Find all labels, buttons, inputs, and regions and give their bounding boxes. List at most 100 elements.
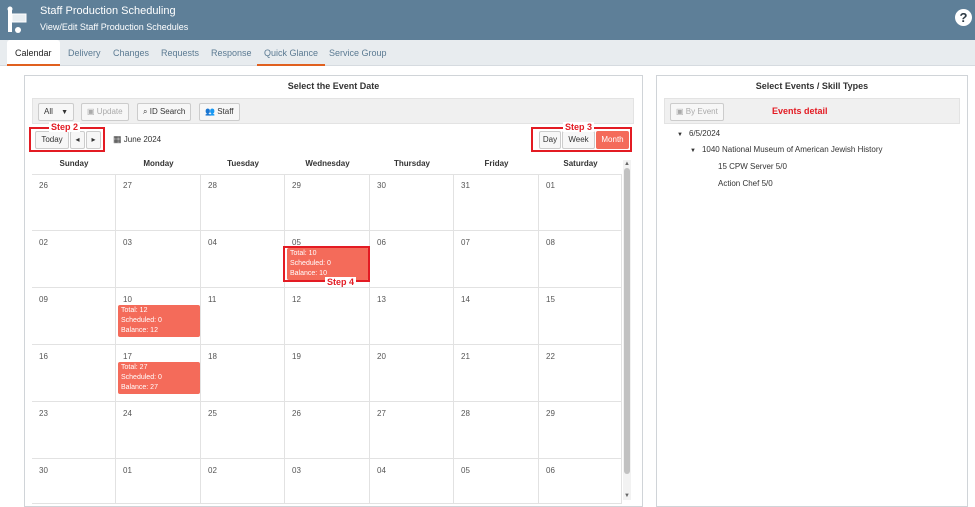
day-number: 04 xyxy=(377,466,386,475)
calendar-day-cell[interactable]: 21 xyxy=(454,345,539,402)
calendar-day-cell[interactable]: 27 xyxy=(370,402,454,459)
event-summary-line: Total: 12 xyxy=(121,307,148,314)
staff-label: Staff xyxy=(217,107,234,116)
calendar-day-cell[interactable]: 13 xyxy=(370,288,454,345)
day-number: 09 xyxy=(39,295,48,304)
day-number: 05 xyxy=(461,466,470,475)
scrollbar-thumb[interactable] xyxy=(624,168,630,474)
update-button[interactable]: ▣ Update xyxy=(81,103,129,121)
calendar-day-cell[interactable]: 03 xyxy=(285,459,370,504)
calendar-day-cell[interactable]: 30 xyxy=(370,174,454,231)
day-number: 31 xyxy=(461,181,470,190)
app-title: Staff Production Scheduling xyxy=(40,5,176,17)
tab-delivery[interactable]: Delivery xyxy=(68,40,101,66)
event-summary-line: Balance: 12 xyxy=(121,327,158,334)
tree-venue-node[interactable]: ▼ 1040 National Museum of American Jewish… xyxy=(690,145,882,154)
day-number: 15 xyxy=(546,295,555,304)
search-icon: ⌕ xyxy=(143,107,148,116)
calendar-day-cell[interactable]: 30 xyxy=(32,459,116,504)
day-number: 26 xyxy=(292,409,301,418)
calendar-day-cell[interactable]: 12 xyxy=(285,288,370,345)
calendar-day-cell[interactable]: 05 xyxy=(454,459,539,504)
day-number: 11 xyxy=(208,295,217,304)
event-summary-jun10[interactable]: Total: 12 Scheduled: 0 Balance: 12 xyxy=(118,305,200,337)
calendar-day-cell[interactable]: 01 xyxy=(116,459,201,504)
day-number: 14 xyxy=(461,295,470,304)
help-icon[interactable]: ? xyxy=(955,9,972,26)
tree-date-node[interactable]: ▼ 6/5/2024 xyxy=(677,129,720,138)
calendar-day-cell[interactable]: 22 xyxy=(539,345,622,402)
day-number: 24 xyxy=(123,409,132,418)
calendar-day-cell[interactable]: 20 xyxy=(370,345,454,402)
tab-bar: Calendar Delivery Changes Requests Respo… xyxy=(0,40,975,66)
calendar-day-cell[interactable]: 28 xyxy=(454,402,539,459)
chevron-down-icon: ▼ xyxy=(61,109,69,116)
day-number: 01 xyxy=(546,181,555,190)
scroll-up-icon[interactable]: ▲ xyxy=(623,160,631,168)
calendar-day-cell[interactable]: 19 xyxy=(285,345,370,402)
calendar-day-cell[interactable]: 16 xyxy=(32,345,116,402)
calendar-icon: ▣ xyxy=(676,107,684,116)
id-search-button[interactable]: ⌕ ID Search xyxy=(137,103,192,121)
tree-date-label: 6/5/2024 xyxy=(688,129,721,138)
filter-select[interactable]: All ▼ xyxy=(38,103,75,121)
weekday-header: Friday xyxy=(484,159,509,168)
event-summary-line: Scheduled: 0 xyxy=(121,317,162,324)
event-summary-line: Scheduled: 0 xyxy=(121,374,162,381)
calendar-day-cell[interactable]: 06 xyxy=(539,459,622,504)
calendar-day-cell[interactable]: 03 xyxy=(116,231,201,288)
day-number: 10 xyxy=(123,295,132,304)
by-event-label: By Event xyxy=(685,107,718,116)
scroll-down-icon[interactable]: ▼ xyxy=(623,492,631,500)
tab-calendar[interactable]: Calendar xyxy=(7,40,60,66)
calendar-day-cell[interactable]: 08 xyxy=(539,231,622,288)
tab-service-group[interactable]: Service Group xyxy=(329,40,387,66)
calendar-day-cell[interactable]: 24 xyxy=(116,402,201,459)
calendar-day-cell[interactable]: 07 xyxy=(454,231,539,288)
day-number: 29 xyxy=(292,181,301,190)
calendar-day-cell[interactable]: 06 xyxy=(370,231,454,288)
calendar-day-cell[interactable]: 01 xyxy=(539,174,622,231)
event-toolbar: ▣ By Event Events detail xyxy=(664,98,960,124)
calendar-day-cell[interactable]: 23 xyxy=(32,402,116,459)
calendar-day-cell[interactable]: 31 xyxy=(454,174,539,231)
calendar-day-cell[interactable]: 26 xyxy=(285,402,370,459)
tree-skill-item[interactable]: Action Chef 5/0 xyxy=(718,179,773,188)
calendar-day-cell[interactable]: 28 xyxy=(201,174,285,231)
event-summary-jun17[interactable]: Total: 27 Scheduled: 0 Balance: 27 xyxy=(118,362,200,394)
calendar-day-cell[interactable]: 27 xyxy=(116,174,201,231)
calendar-day-cell[interactable]: 09 xyxy=(32,288,116,345)
day-number: 01 xyxy=(123,466,132,475)
tree-skill-item[interactable]: 15 CPW Server 5/0 xyxy=(718,162,787,171)
calendar-scrollbar[interactable]: ▲ ▼ xyxy=(623,160,631,500)
calendar-day-cell[interactable]: 15 xyxy=(539,288,622,345)
staff-button[interactable]: 👥 Staff xyxy=(199,103,240,121)
caret-down-icon: ▼ xyxy=(690,148,696,154)
calendar-day-cell[interactable]: 04 xyxy=(201,231,285,288)
calendar-day-cell[interactable]: 02 xyxy=(201,459,285,504)
by-event-button[interactable]: ▣ By Event xyxy=(670,103,724,121)
app-subtitle: View/Edit Staff Production Schedules xyxy=(40,22,189,32)
calendar-day-cell[interactable]: 10 Total: 12 Scheduled: 0 Balance: 12 xyxy=(116,288,201,345)
calendar-day-cell[interactable]: 02 xyxy=(32,231,116,288)
day-number: 27 xyxy=(377,409,386,418)
tab-quick-glance[interactable]: Quick Glance xyxy=(257,40,326,66)
tab-changes[interactable]: Changes xyxy=(113,40,149,66)
event-skill-title: Select Events / Skill Types xyxy=(755,81,869,91)
tab-requests[interactable]: Requests xyxy=(161,40,199,66)
calendar-day-cell[interactable]: 29 xyxy=(285,174,370,231)
day-number: 08 xyxy=(546,238,555,247)
app-header: Staff Production Scheduling View/Edit St… xyxy=(0,0,975,40)
day-number: 20 xyxy=(377,352,386,361)
tab-response[interactable]: Response xyxy=(211,40,252,66)
calendar-day-cell[interactable]: 14 xyxy=(454,288,539,345)
calendar-day-cell[interactable]: 11 xyxy=(201,288,285,345)
calendar-day-cell[interactable]: 25 xyxy=(201,402,285,459)
calendar-day-cell[interactable]: 18 xyxy=(201,345,285,402)
calendar-day-cell[interactable]: 17 Total: 27 Scheduled: 0 Balance: 27 xyxy=(116,345,201,402)
calendar-day-cell[interactable]: 26 xyxy=(32,174,116,231)
calendar-day-cell[interactable]: 04 xyxy=(370,459,454,504)
day-number: 13 xyxy=(377,295,386,304)
weekday-header: Tuesday xyxy=(227,159,259,168)
calendar-day-cell[interactable]: 29 xyxy=(539,402,622,459)
